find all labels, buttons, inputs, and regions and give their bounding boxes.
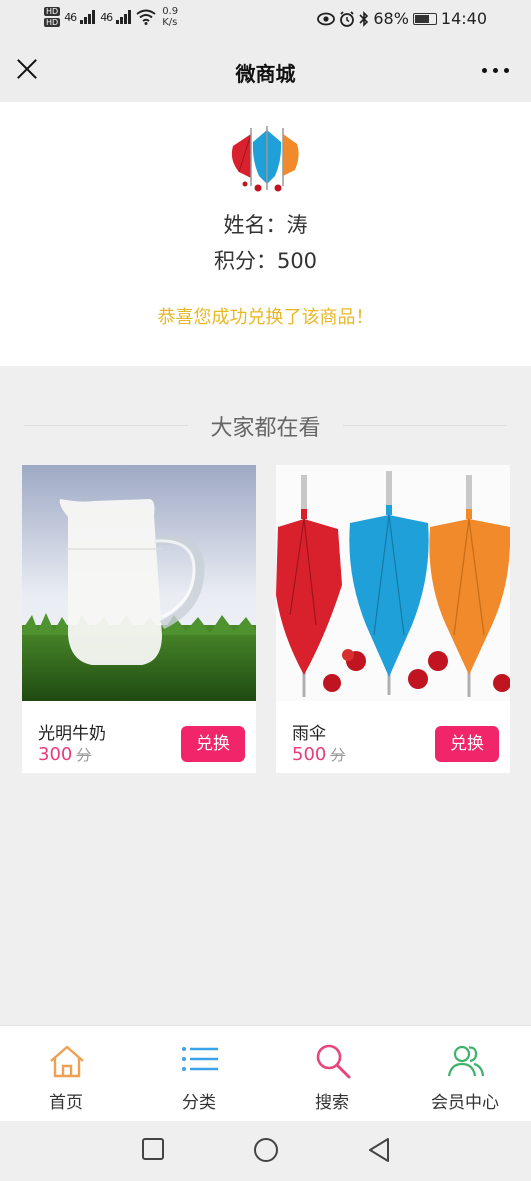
- tab-category[interactable]: 分类: [133, 1026, 265, 1122]
- list-icon: [182, 1047, 218, 1071]
- price-unit: 分: [76, 746, 92, 764]
- signal-icon: [116, 10, 132, 24]
- members-icon: [447, 1045, 485, 1077]
- profile-panel: 姓名：涛 积分：500 恭喜您成功兑换了该商品！: [0, 102, 531, 366]
- eye-icon: [317, 12, 336, 25]
- avatar: [231, 126, 299, 192]
- search-icon: [316, 1044, 351, 1079]
- product-name: 光明牛奶: [38, 724, 106, 744]
- hd-badges: HD HD: [44, 7, 61, 27]
- tab-home[interactable]: 首页: [0, 1026, 132, 1122]
- hd-badge: HD: [44, 7, 61, 16]
- user-name: 姓名：涛: [223, 213, 308, 237]
- status-bar: HD HD 46 46 0.9 K/s 68% 14:40: [0, 0, 531, 40]
- redeem-button[interactable]: 兑换: [181, 726, 245, 762]
- tab-bar: 首页 分类 搜索 会员中心: [0, 1025, 531, 1121]
- tab-label: 搜索: [315, 1093, 349, 1113]
- recents-icon[interactable]: [141, 1137, 165, 1161]
- wifi-icon: [136, 9, 156, 25]
- status-right: 68% 14:40: [317, 9, 487, 28]
- system-nav-bar: [0, 1121, 531, 1181]
- more-icon[interactable]: [482, 68, 509, 73]
- page-title: 微商城: [235, 62, 296, 86]
- nav-bar: 微商城: [0, 40, 531, 102]
- product-name: 雨伞: [292, 724, 326, 744]
- product-price: 300 分: [38, 744, 91, 765]
- hd-badge: HD: [44, 18, 61, 27]
- tab-label: 会员中心: [431, 1093, 499, 1113]
- tab-label: 首页: [49, 1093, 83, 1113]
- redeem-button[interactable]: 兑换: [435, 726, 499, 762]
- user-points: 积分：500: [213, 249, 318, 273]
- home-icon: [50, 1045, 84, 1078]
- section-title: 大家都在看: [210, 416, 321, 441]
- status-left: HD HD 46 46 0.9 K/s: [44, 6, 178, 28]
- alarm-icon: [340, 10, 355, 27]
- product-image-umbrella[interactable]: [276, 465, 510, 701]
- tab-label: 分类: [182, 1093, 216, 1113]
- product-card[interactable]: 光明牛奶 300 分 兑换: [22, 465, 256, 773]
- tab-search[interactable]: 搜索: [266, 1026, 398, 1122]
- product-price: 500 分: [292, 744, 345, 765]
- product-card[interactable]: 雨伞 500 分 兑换: [276, 465, 510, 773]
- product-image-milk[interactable]: [22, 465, 256, 701]
- clock: 14:40: [440, 9, 487, 28]
- tab-members[interactable]: 会员中心: [399, 1026, 531, 1122]
- battery-icon: [412, 12, 437, 25]
- success-message: 恭喜您成功兑换了该商品！: [157, 307, 374, 328]
- signal-icon: [80, 10, 96, 24]
- signal-label-2: 46: [100, 10, 113, 24]
- speed-value: 0.9: [162, 6, 179, 17]
- network-speed: 0.9 K/s: [162, 6, 178, 28]
- battery-percent: 68%: [373, 9, 409, 28]
- price-unit: 分: [330, 746, 346, 764]
- signal-label-1: 46: [64, 10, 77, 24]
- price-value: 300: [38, 744, 73, 765]
- bluetooth-icon: [359, 10, 369, 27]
- speed-unit: K/s: [162, 17, 178, 28]
- home-button-icon[interactable]: [253, 1137, 279, 1163]
- back-icon[interactable]: [367, 1137, 391, 1163]
- price-value: 500: [292, 744, 327, 765]
